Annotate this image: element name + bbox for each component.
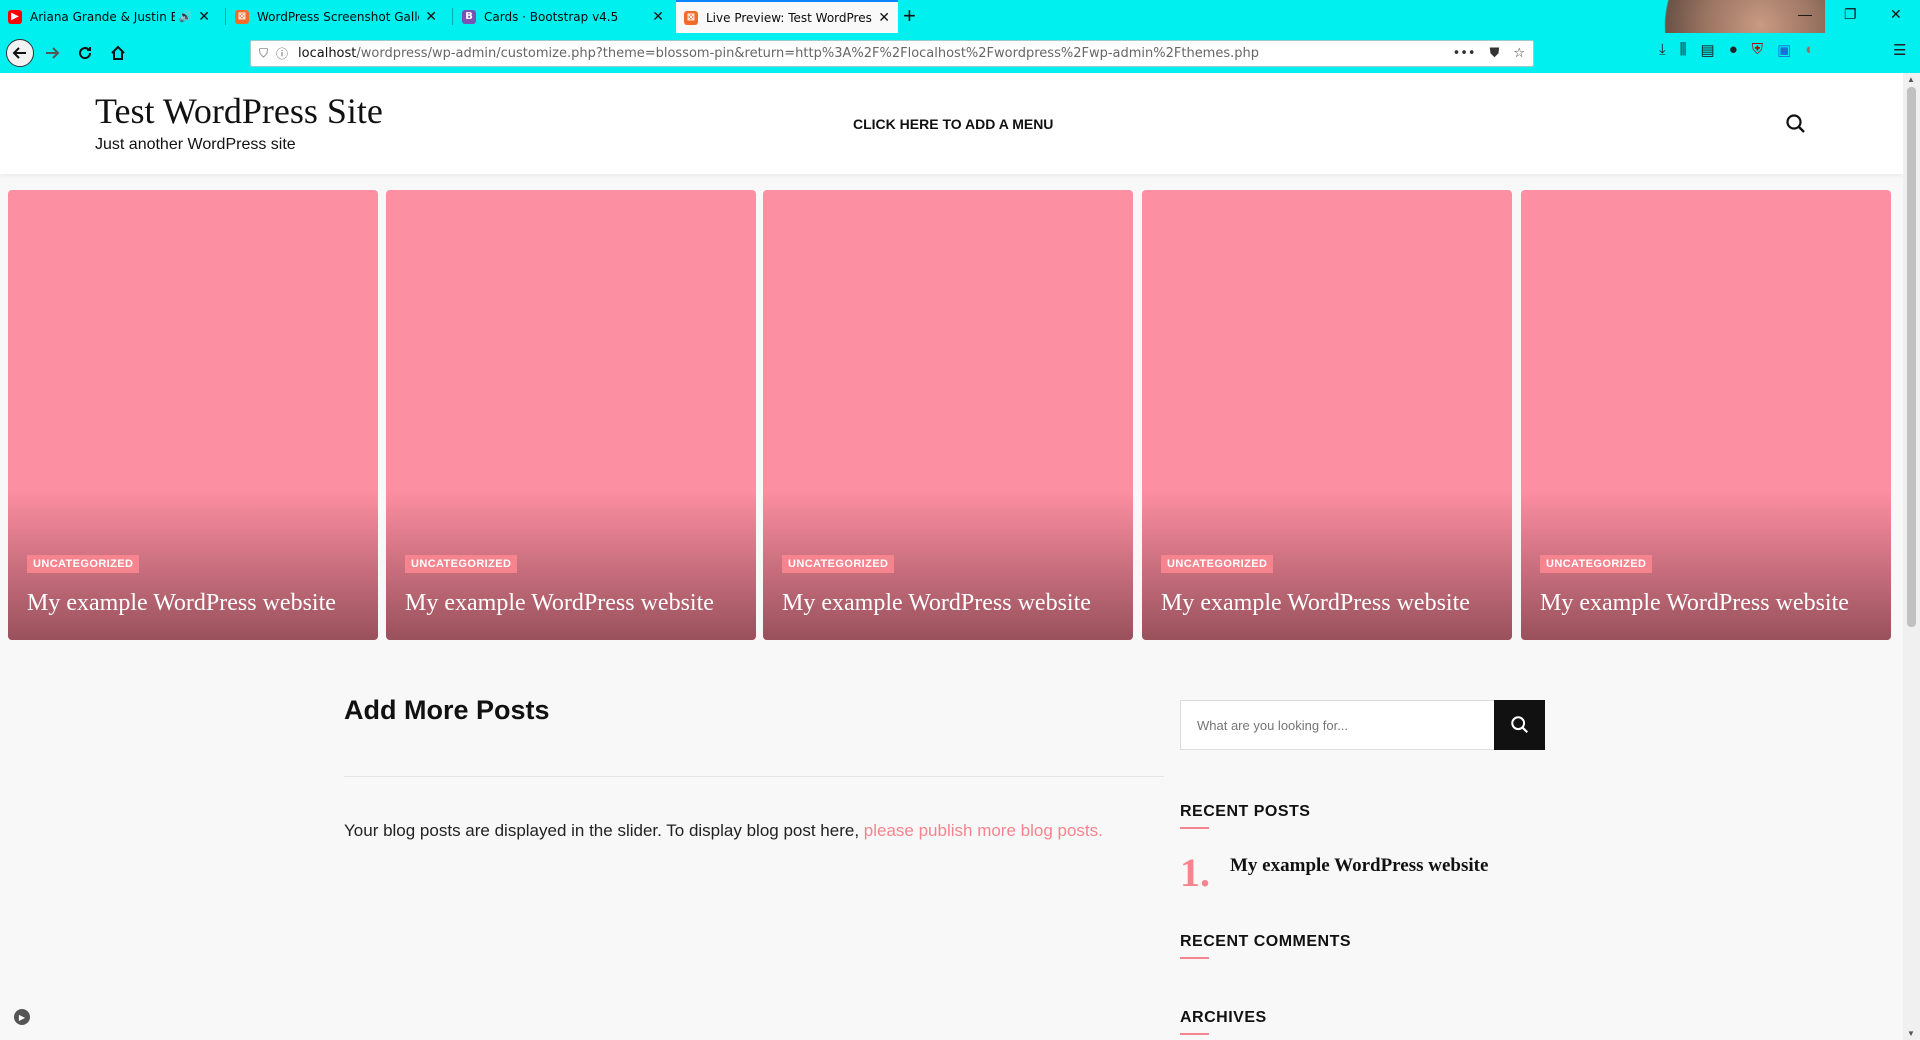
recent-post-link[interactable]: My example WordPress website: [1230, 855, 1488, 877]
forward-button[interactable]: [39, 40, 65, 66]
library-icon[interactable]: ⫼: [1680, 41, 1687, 59]
reload-button[interactable]: [72, 40, 98, 66]
close-window-icon[interactable]: ✕: [1890, 6, 1902, 23]
menu-icon[interactable]: ☰: [1893, 41, 1906, 59]
reader-icon[interactable]: ▤: [1701, 41, 1715, 59]
extension-s-icon[interactable]: ▣: [1777, 41, 1791, 59]
close-tab-icon[interactable]: ✕: [198, 9, 210, 25]
reload-icon: [79, 47, 92, 60]
more-icon[interactable]: •••: [1453, 46, 1476, 61]
scroll-down-icon[interactable]: ▼: [1907, 1029, 1915, 1038]
add-menu-link[interactable]: CLICK HERE TO ADD A MENU: [853, 116, 1053, 132]
tab-wordpress-gallery[interactable]: ⊠ WordPress Screenshot Gallery ✕: [227, 0, 445, 33]
content-text-body: Your blog posts are displayed in the sli…: [344, 821, 864, 840]
scroll-up-icon[interactable]: ▲: [1907, 75, 1915, 84]
url-bar[interactable]: ⛉ ⓘ localhost/wordpress/wp-admin/customi…: [250, 40, 1534, 67]
page-scrollbar[interactable]: ▲ ▼: [1903, 73, 1920, 1040]
youtube-icon: ▶: [8, 9, 22, 24]
back-arrow-icon: [12, 47, 26, 59]
toolbar-icons: ⤓ ⫼ ▤ ● ⛨ ▣ ◐: [1659, 41, 1814, 59]
pocket-icon[interactable]: ⛊: [1490, 46, 1500, 61]
customizer-play-icon[interactable]: ▶: [14, 1009, 30, 1025]
tab-youtube[interactable]: ▶ Ariana Grande & Justin Bieb 🔊 ✕: [0, 0, 218, 33]
slider-card[interactable]: UNCATEGORIZED My example WordPress websi…: [8, 190, 378, 640]
slider-card[interactable]: UNCATEGORIZED My example WordPress websi…: [1521, 190, 1891, 640]
site-tagline: Just another WordPress site: [95, 136, 296, 153]
card-title[interactable]: My example WordPress website: [1540, 590, 1849, 617]
bootstrap-icon: B: [462, 9, 476, 24]
publish-posts-link[interactable]: please publish more blog posts.: [864, 821, 1103, 840]
card-title[interactable]: My example WordPress website: [27, 590, 336, 617]
close-tab-icon[interactable]: ✕: [652, 9, 664, 25]
url-path: /wordpress/wp-admin/customize.php?theme=…: [356, 46, 1259, 61]
home-icon: [111, 45, 125, 60]
back-button[interactable]: [6, 39, 34, 67]
navigation-toolbar: ⛉ ⓘ localhost/wordpress/wp-admin/customi…: [0, 33, 1920, 73]
info-icon[interactable]: ⓘ: [276, 45, 288, 62]
restore-icon[interactable]: ❐: [1844, 6, 1857, 23]
slider-card[interactable]: UNCATEGORIZED My example WordPress websi…: [386, 190, 756, 640]
sidebar-search-button[interactable]: [1494, 700, 1545, 750]
category-badge[interactable]: UNCATEGORIZED: [782, 555, 895, 573]
tab-bar: ▶ Ariana Grande & Justin Bieb 🔊 ✕ ⊠ Word…: [0, 0, 1920, 73]
sidebar-search: [1180, 700, 1545, 750]
recent-posts-title: RECENT POSTS: [1180, 803, 1311, 820]
category-badge[interactable]: UNCATEGORIZED: [27, 555, 140, 573]
widget-underline: [1180, 827, 1209, 829]
tab-separator: [225, 8, 226, 25]
recent-comments-title: RECENT COMMENTS: [1180, 933, 1352, 950]
recent-post-number: 1.: [1180, 850, 1210, 895]
card-title[interactable]: My example WordPress website: [1161, 590, 1470, 617]
account-icon[interactable]: ●: [1729, 41, 1738, 59]
tab-live-preview[interactable]: ⊠ Live Preview: Test WordPress S ✕: [676, 0, 898, 33]
search-icon[interactable]: [1785, 113, 1807, 135]
page-viewport: Test WordPress Site Just another WordPre…: [0, 73, 1903, 1040]
slider-card[interactable]: UNCATEGORIZED My example WordPress websi…: [763, 190, 1133, 640]
content-text: Your blog posts are displayed in the sli…: [344, 821, 1103, 841]
card-title[interactable]: My example WordPress website: [782, 590, 1091, 617]
content-divider: [344, 776, 1164, 777]
url-host: localhost: [298, 46, 357, 61]
new-tab-button[interactable]: +: [903, 3, 916, 29]
wordpress-gallery-icon: ⊠: [684, 10, 698, 25]
sidebar-search-input[interactable]: [1180, 700, 1495, 750]
category-badge[interactable]: UNCATEGORIZED: [1161, 555, 1274, 573]
site-header: Test WordPress Site Just another WordPre…: [0, 73, 1903, 174]
close-tab-icon[interactable]: ✕: [425, 9, 437, 25]
widget-underline: [1180, 1033, 1209, 1035]
slider-card[interactable]: UNCATEGORIZED My example WordPress websi…: [1142, 190, 1512, 640]
content-heading: Add More Posts: [344, 695, 550, 725]
home-button[interactable]: [105, 40, 131, 66]
category-badge[interactable]: UNCATEGORIZED: [405, 555, 518, 573]
search-icon: [1510, 716, 1528, 734]
shield-icon[interactable]: ⛉: [259, 46, 268, 61]
card-title[interactable]: My example WordPress website: [405, 590, 714, 617]
bookmark-star-icon[interactable]: ☆: [1513, 46, 1525, 61]
forward-arrow-icon: [46, 47, 60, 59]
archives-title: ARCHIVES: [1180, 1009, 1267, 1026]
tab-separator: [452, 8, 453, 25]
widget-underline: [1180, 957, 1209, 959]
site-title[interactable]: Test WordPress Site: [95, 90, 383, 132]
post-slider: UNCATEGORIZED My example WordPress websi…: [8, 190, 1893, 640]
downloads-icon[interactable]: ⤓: [1659, 41, 1666, 59]
close-tab-icon[interactable]: ✕: [878, 10, 890, 26]
tab-bootstrap-cards[interactable]: B Cards · Bootstrap v4.5 ✕: [454, 0, 672, 33]
ublock-icon[interactable]: ⛨: [1752, 41, 1763, 59]
speaker-icon[interactable]: 🔊: [179, 10, 193, 23]
menu-container: ☰: [1893, 41, 1906, 59]
extension-icon[interactable]: ◐: [1805, 41, 1814, 59]
scrollbar-thumb[interactable]: [1907, 87, 1916, 627]
wordpress-gallery-icon: ⊠: [235, 9, 249, 24]
minimize-icon[interactable]: —: [1798, 6, 1812, 22]
category-badge[interactable]: UNCATEGORIZED: [1540, 555, 1653, 573]
